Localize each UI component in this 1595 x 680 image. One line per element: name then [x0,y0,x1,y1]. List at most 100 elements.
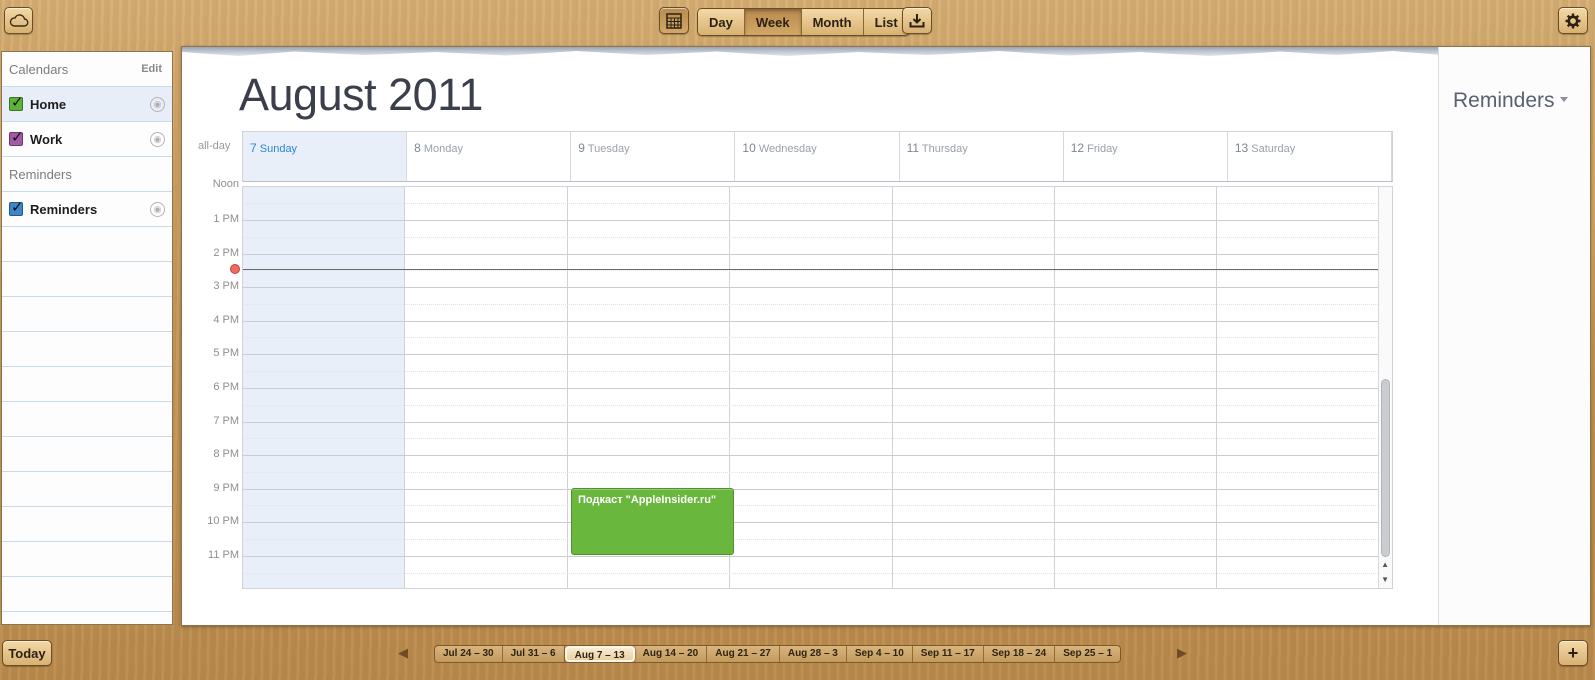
previous-week-arrow-icon[interactable]: ◀ [398,645,408,661]
half-hour-line [243,303,1380,305]
hour-label: 11 PM [208,549,239,561]
mini-calendar-button[interactable] [659,7,689,34]
calendar-main: August 2011 all-day 7 Sunday 8 Monday 9 Tu… [181,46,1591,626]
empty-row [2,507,172,542]
week-item[interactable]: Sep 11 – 17 [913,646,984,662]
scroll-down-arrow-icon[interactable]: ▼ [1381,575,1389,584]
reminders-header: Reminders [2,157,172,192]
week-item[interactable]: Sep 18 – 24 [984,646,1056,662]
hour-label: 7 PM [213,414,239,427]
day-number: 8 [414,141,421,155]
reminder-list-checkbox[interactable]: ✓ [9,199,24,216]
hour-line [243,253,1380,255]
empty-row [2,332,172,367]
reminder-list-label: Reminders [30,201,98,217]
current-time-dot [230,264,240,274]
day-header: 9 Tuesday [571,132,736,181]
calendar-label-work: Work [30,131,63,147]
week-item[interactable]: Sep 4 – 10 [847,646,913,662]
week-item[interactable]: Jul 24 – 30 [435,646,503,662]
day-number: 10 [742,141,756,155]
week-item[interactable]: Jul 31 – 6 [503,646,565,662]
empty-row [2,227,172,262]
vertical-scrollbar[interactable]: ▲ ▼ [1378,187,1392,588]
hour-line [243,556,1380,557]
half-hour-line [243,471,1380,473]
calendar-sidebar: Calendars Edit ✓ Home ◉ ✓ Work ◉ Reminde… [1,51,173,625]
week-item[interactable]: Aug 21 – 27 [707,646,780,662]
reminder-list-item[interactable]: ✓ Reminders ◉ [2,192,172,227]
empty-row [2,367,172,402]
day-header: 11 Thursday [900,132,1064,181]
hour-label: Noon [212,178,239,188]
calendar-grid-icon [666,12,682,29]
day-number: 12 [1070,141,1085,155]
reminders-panel: Reminders [1438,47,1590,625]
calendar-checkbox-work[interactable]: ✓ [9,129,24,146]
day-number: 13 [1234,141,1249,155]
hour-line [243,488,1380,490]
day-header: 7 Sunday [243,132,408,181]
download-button[interactable] [902,7,932,34]
day-header: 13 Saturday [1228,132,1392,181]
week-item[interactable]: Aug 28 – 3 [780,646,847,662]
calendar-item-work[interactable]: ✓ Work ◉ [2,122,172,157]
calendar-event[interactable]: Подкаст "AppleInsider.ru" [571,488,734,555]
cloud-icon [9,14,28,27]
scroll-up-arrow-icon[interactable]: ▲ [1381,560,1389,569]
hour-label: 3 PM [213,280,239,293]
hour-label: 4 PM [213,313,239,326]
day-number: 9 [578,141,585,155]
hour-line [243,287,1380,289]
share-icon[interactable]: ◉ [150,131,165,147]
today-button[interactable]: Today [2,640,52,666]
hour-label: 8 PM [213,448,239,461]
week-item[interactable]: Sep 25 – 1 [1055,646,1120,662]
half-hour-line [243,337,1380,339]
hour-label: 1 PM [213,213,239,225]
share-icon[interactable]: ◉ [150,201,165,217]
reminders-header-label: Reminders [9,166,72,182]
empty-row [2,577,172,612]
scrollbar-thumb[interactable] [1381,379,1390,557]
hour-label: 5 PM [213,347,239,360]
empty-row [2,262,172,297]
view-tab-month[interactable]: Month [801,9,864,35]
current-time-line [243,269,1380,270]
half-hour-line [243,270,1380,272]
view-tab-week[interactable]: Week [744,9,802,35]
calendar-checkbox-home[interactable]: ✓ [9,94,24,111]
half-hour-line [243,539,1380,540]
day-header: 10 Wednesday [735,132,900,181]
icloud-button[interactable] [4,7,33,34]
calendar-item-home[interactable]: ✓ Home ◉ [2,87,172,122]
day-name: Saturday [1251,143,1296,155]
day-name: Thursday [921,143,968,155]
view-switcher: Day Week Month List [697,8,910,36]
share-icon[interactable]: ◉ [150,96,165,112]
hour-line [243,522,1380,524]
week-item[interactable]: Aug 14 – 20 [635,646,708,662]
hour-label: 6 PM [213,381,239,393]
view-tab-day[interactable]: Day [698,9,745,35]
half-hour-line [243,572,1380,574]
day-name: Wednesday [758,143,817,155]
week-strip: Jul 24 – 30 Jul 31 – 6 Aug 7 – 13 Aug 14 – … [434,645,1122,663]
add-event-button[interactable]: + [1558,640,1588,666]
next-week-arrow-icon[interactable]: ▶ [1177,645,1187,661]
reminders-dropdown[interactable]: Reminders [1453,89,1568,113]
day-number: 11 [906,141,920,155]
gear-icon [1565,13,1581,28]
edit-button[interactable]: Edit [141,63,162,75]
hour-line [243,421,1380,423]
week-item[interactable]: Aug 7 – 13 [564,646,635,662]
hour-line [243,455,1380,457]
half-hour-line [243,203,1380,204]
hour-line [243,354,1380,356]
day-header: 12 Friday [1064,132,1228,181]
calendar-label-home: Home [30,96,67,112]
empty-row [2,297,172,332]
week-grid[interactable]: Подкаст "AppleInsider.ru" ▲ ▼ [242,186,1393,589]
settings-button[interactable] [1558,7,1588,34]
empty-row [2,437,172,472]
